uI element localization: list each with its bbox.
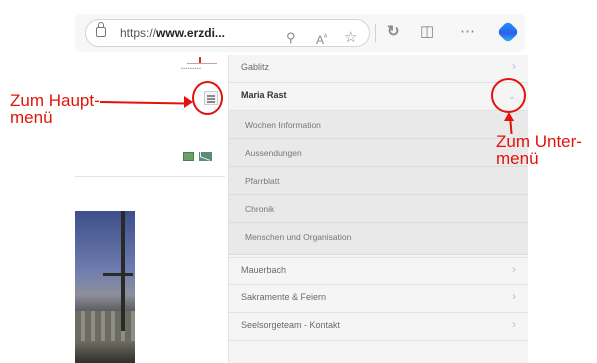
submenu-maria-rast: Wochen Information Aussendungen Pfarrbla… xyxy=(229,111,528,255)
submenu-item-label: Aussendungen xyxy=(245,148,302,158)
annotation-circle-sub-menu xyxy=(491,78,526,113)
submenu-item-menschen-und-organisation[interactable]: Menschen und Organisation xyxy=(229,223,528,255)
toolbar-separator xyxy=(375,24,376,42)
menu-item-label: Sakramente & Feiern xyxy=(241,292,327,302)
more-icon[interactable]: ⋯ xyxy=(460,22,475,42)
read-aloud-icon[interactable]: Aᴬ xyxy=(316,28,327,50)
browser-toolbar: https://www.erzdi... ⚲ Aᴬ ☆ ↻ ◫ ⋯ xyxy=(75,14,525,52)
menu-item-seelsorgeteam-kontakt[interactable]: Seelsorgeteam - Kontakt › xyxy=(229,313,528,341)
annotation-text: menü xyxy=(10,108,53,127)
logo-line xyxy=(187,63,217,64)
annotation-text: menü xyxy=(496,149,539,168)
menu-item-label: Mauerbach xyxy=(241,265,287,275)
url-text[interactable]: https://www.erzdi... xyxy=(120,26,225,40)
chevron-right-icon[interactable]: › xyxy=(512,262,516,276)
submenu-item-wochen-information[interactable]: Wochen Information xyxy=(229,111,528,139)
menu-item-label: Seelsorgeteam - Kontakt xyxy=(241,320,341,330)
chevron-right-icon[interactable]: › xyxy=(512,289,516,303)
annotation-sub-menu: Zum Unter- menü xyxy=(496,133,582,167)
submenu-item-label: Menschen und Organisation xyxy=(245,232,352,242)
annotation-circle-main-menu xyxy=(192,81,223,115)
copilot-icon[interactable] xyxy=(496,20,520,44)
annotation-text: Zum Haupt- xyxy=(10,91,100,110)
annotation-text: Zum Unter- xyxy=(496,132,582,151)
chevron-right-icon[interactable]: › xyxy=(512,317,516,331)
split-screen-icon[interactable]: ◫ xyxy=(420,22,434,42)
submenu-item-label: Pfarrblatt xyxy=(245,176,280,186)
lock-icon[interactable] xyxy=(96,22,106,37)
church-photo xyxy=(75,211,135,363)
submenu-item-aussendungen[interactable]: Aussendungen xyxy=(229,139,528,167)
annotation-main-menu: Zum Haupt- menü xyxy=(10,92,100,126)
address-bar[interactable]: https://www.erzdi... ⚲ Aᴬ ☆ xyxy=(85,19,370,47)
submenu-item-label: Wochen Information xyxy=(245,120,321,130)
favorite-star-icon[interactable]: ☆ xyxy=(344,28,357,48)
submenu-item-pfarrblatt[interactable]: Pfarrblatt xyxy=(229,167,528,195)
submenu-item-label: Chronik xyxy=(245,204,275,214)
mail-icon[interactable] xyxy=(199,152,212,161)
menu-item-mauerbach[interactable]: Mauerbach › xyxy=(229,257,528,285)
menu-item-sakramente-feiern[interactable]: Sakramente & Feiern › xyxy=(229,285,528,313)
header-divider xyxy=(75,176,225,177)
submenu-item-chronik[interactable]: Chronik xyxy=(229,195,528,223)
menu-item-gablitz[interactable]: Gablitz › xyxy=(229,55,528,83)
menu-item-label: Gablitz xyxy=(241,62,270,72)
menu-item-maria-rast[interactable]: Maria Rast ⌄ xyxy=(229,83,528,111)
annotation-arrow-head xyxy=(504,112,514,121)
share-icon[interactable] xyxy=(183,152,194,161)
refresh-icon[interactable]: ↻ xyxy=(387,22,400,42)
menu-item-label: Maria Rast xyxy=(241,90,287,100)
zoom-icon[interactable]: ⚲ xyxy=(286,28,296,48)
side-menu: Gablitz › Maria Rast ⌄ Wochen Informatio… xyxy=(228,55,528,363)
chevron-right-icon[interactable]: › xyxy=(512,59,516,73)
logo-text: ▪▪▪▪▪▪▪▪▪ xyxy=(181,66,202,72)
